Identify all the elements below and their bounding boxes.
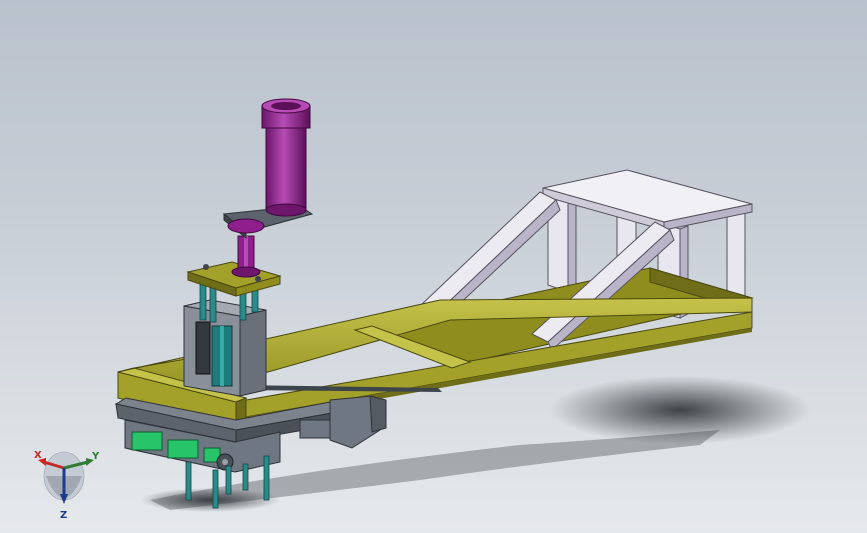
triad-labels: X Y Z [28, 440, 108, 530]
x-axis-label: X [34, 450, 42, 461]
y-axis-label: Y [92, 451, 100, 462]
motor [261, 98, 311, 217]
motor-shaft [231, 235, 261, 278]
model-scene[interactable] [0, 0, 867, 533]
cad-viewport[interactable]: X Y Z [0, 0, 867, 533]
z-axis-label: Z [60, 510, 68, 521]
lift-housing [183, 299, 267, 397]
